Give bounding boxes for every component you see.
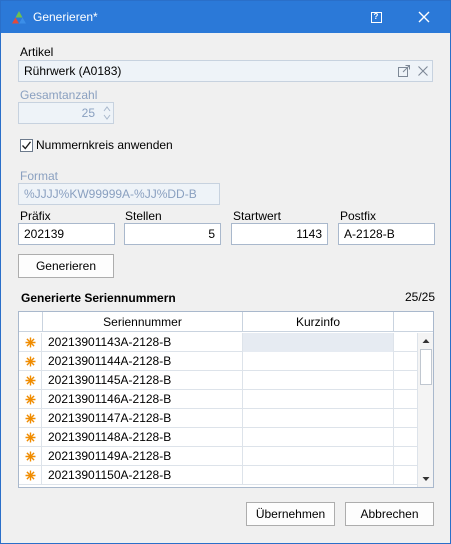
title-bar: Generieren* ? (1, 1, 450, 33)
table-row[interactable]: 20213901150A-2128-B (19, 466, 417, 485)
praefix-value: 202139 (24, 227, 65, 241)
new-row-star-icon (25, 451, 35, 462)
serial-cell[interactable]: 20213901150A-2128-B (43, 466, 243, 485)
serial-cell[interactable]: 20213901147A-2128-B (43, 409, 243, 428)
format-label: Format (20, 169, 59, 183)
row-marker (19, 409, 42, 428)
close-button[interactable] (406, 1, 442, 33)
table-row[interactable]: 20213901144A-2128-B (19, 352, 417, 371)
new-row-star-icon (25, 337, 35, 348)
nummernkreis-label: Nummernkreis anwenden (36, 138, 173, 152)
postfix-value: A-2128-B (344, 227, 395, 241)
new-row-star-icon (25, 470, 35, 481)
stellen-label: Stellen (125, 209, 162, 223)
help-button[interactable]: ? (361, 1, 391, 33)
cancel-button-label: Abbrechen (360, 507, 419, 521)
gesamtanzahl-value: 25 (81, 106, 95, 120)
scroll-down-button[interactable] (418, 472, 433, 486)
scroll-up-button[interactable] (418, 334, 433, 348)
row-marker (19, 447, 42, 466)
table-row[interactable]: 20213901147A-2128-B (19, 409, 417, 428)
scroll-thumb[interactable] (420, 349, 432, 385)
scroll-up-arrow-icon (422, 339, 430, 343)
serials-grid: Seriennummer Kurzinfo 20213901143A-2128-… (18, 311, 434, 488)
artikel-field[interactable]: Rührwerk (A0183) (18, 60, 433, 82)
generate-dialog: Generieren* ? Artikel Rührwerk (A0183) G… (0, 0, 451, 544)
generate-button-label: Generieren (35, 259, 97, 273)
startwert-label: Startwert (233, 209, 282, 223)
apply-button[interactable]: Übernehmen (246, 502, 335, 526)
cancel-button[interactable]: Abbrechen (345, 502, 434, 526)
stellen-value: 5 (208, 227, 215, 241)
artikel-value: Rührwerk (A0183) (24, 64, 122, 78)
kurzinfo-cell[interactable] (243, 409, 394, 428)
stellen-field[interactable]: 5 (124, 223, 221, 245)
gesamtanzahl-stepper[interactable]: 25 (18, 102, 114, 124)
checkmark-icon (22, 141, 32, 150)
generate-button[interactable]: Generieren (18, 254, 114, 278)
row-marker (19, 352, 42, 371)
app-logo-icon (12, 11, 26, 24)
postfix-label: Postfix (340, 209, 377, 223)
clear-icon[interactable] (416, 64, 430, 78)
serial-cell[interactable]: 20213901146A-2128-B (43, 390, 243, 409)
kurzinfo-cell[interactable] (243, 466, 394, 485)
startwert-value: 1143 (296, 227, 322, 241)
row-marker (19, 428, 42, 447)
serial-cell[interactable]: 20213901149A-2128-B (43, 447, 243, 466)
row-marker (19, 390, 42, 409)
format-field[interactable]: %JJJJ%KW99999A-%JJ%DD-B (18, 183, 220, 205)
artikel-label: Artikel (20, 45, 54, 59)
close-icon (418, 11, 430, 23)
kurzinfo-cell[interactable] (243, 390, 394, 409)
new-row-star-icon (25, 432, 35, 443)
new-row-star-icon (25, 375, 35, 386)
kurzinfo-cell[interactable] (243, 352, 394, 371)
startwert-field[interactable]: 1143 (231, 223, 328, 245)
grid-vertical-scrollbar[interactable] (417, 333, 433, 487)
stepper-arrows-icon[interactable] (102, 104, 112, 122)
row-marker (19, 333, 42, 352)
section-title: Generierte Seriennummern (21, 291, 176, 305)
table-row[interactable]: 20213901143A-2128-B (19, 333, 417, 352)
grid-header: Seriennummer Kurzinfo (19, 312, 433, 332)
new-row-star-icon (25, 394, 35, 405)
praefix-label: Präfix (20, 209, 51, 223)
open-external-icon[interactable] (397, 64, 411, 78)
column-header-seriennummer[interactable]: Seriennummer (43, 312, 243, 332)
kurzinfo-cell[interactable] (243, 447, 394, 466)
table-row[interactable]: 20213901146A-2128-B (19, 390, 417, 409)
table-row[interactable]: 20213901149A-2128-B (19, 447, 417, 466)
scroll-down-arrow-icon (422, 477, 430, 481)
new-row-star-icon (25, 356, 35, 367)
serial-counter: 25/25 (405, 290, 436, 304)
new-row-star-icon (25, 413, 35, 424)
format-value: %JJJJ%KW99999A-%JJ%DD-B (24, 187, 197, 201)
gesamtanzahl-label: Gesamtanzahl (20, 88, 98, 102)
postfix-field[interactable]: A-2128-B (338, 223, 435, 245)
column-header-kurzinfo[interactable]: Kurzinfo (243, 312, 394, 332)
serial-cell[interactable]: 20213901144A-2128-B (43, 352, 243, 371)
kurzinfo-cell[interactable] (243, 333, 394, 352)
serial-cell[interactable]: 20213901148A-2128-B (43, 428, 243, 447)
table-row[interactable]: 20213901145A-2128-B (19, 371, 417, 390)
apply-button-label: Übernehmen (255, 507, 326, 521)
row-marker (19, 466, 42, 485)
serial-cell[interactable]: 20213901143A-2128-B (43, 333, 243, 352)
nummernkreis-checkbox[interactable] (20, 139, 33, 152)
row-marker (19, 371, 42, 390)
praefix-field[interactable]: 202139 (18, 223, 115, 245)
serial-cell[interactable]: 20213901145A-2128-B (43, 371, 243, 390)
window-title: Generieren* (33, 10, 98, 24)
kurzinfo-cell[interactable] (243, 371, 394, 390)
kurzinfo-cell[interactable] (243, 428, 394, 447)
table-row[interactable]: 20213901148A-2128-B (19, 428, 417, 447)
help-icon: ? (370, 11, 382, 23)
grid-header-indicator (19, 312, 43, 332)
